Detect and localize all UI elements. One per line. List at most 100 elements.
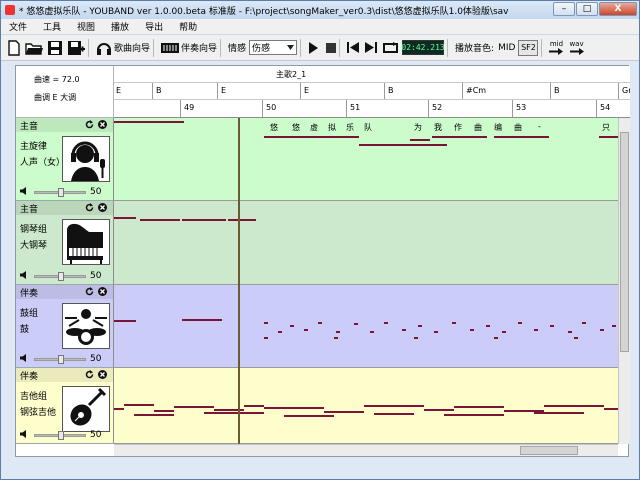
vertical-scrollbar[interactable] — [618, 118, 630, 444]
note-block[interactable] — [600, 329, 604, 331]
refresh-icon[interactable] — [85, 370, 94, 379]
note-block[interactable] — [454, 406, 504, 408]
note-block[interactable] — [228, 219, 256, 221]
timeline-ruler[interactable]: 主歌2_1 E B E E B #Cm B Gr 49 50 51 52 53 54 — [114, 66, 630, 118]
note-block[interactable] — [354, 323, 358, 325]
volume-slider[interactable] — [34, 187, 86, 197]
mid-option[interactable]: MID — [498, 38, 515, 58]
refresh-icon[interactable] — [85, 287, 94, 296]
volume-slider[interactable] — [34, 271, 86, 281]
note-block[interactable] — [290, 325, 294, 327]
lyric-syllable[interactable]: 虚 — [310, 122, 318, 133]
note-block[interactable] — [494, 136, 549, 138]
note-lane[interactable] — [114, 285, 618, 368]
remove-track-icon[interactable] — [98, 203, 107, 212]
loop-button[interactable] — [383, 38, 399, 58]
note-lane[interactable] — [114, 368, 618, 444]
note-block[interactable] — [114, 320, 136, 322]
menu-export[interactable]: 导出 — [145, 20, 163, 33]
note-block[interactable] — [114, 217, 136, 219]
note-block[interactable] — [264, 407, 324, 409]
volume-slider-knob[interactable] — [58, 430, 64, 440]
lyric-syllable[interactable]: 曲 — [514, 122, 522, 133]
skip-back-button[interactable] — [347, 38, 360, 58]
note-block[interactable] — [182, 219, 226, 221]
note-block[interactable] — [278, 331, 282, 333]
note-block[interactable] — [534, 329, 538, 331]
lyric-syllable[interactable]: 曲 — [474, 122, 482, 133]
note-block[interactable] — [534, 412, 584, 414]
note-block[interactable] — [284, 415, 334, 417]
lyric-syllable[interactable]: 作 — [454, 122, 462, 133]
note-block[interactable] — [114, 121, 184, 123]
lyric-syllable[interactable]: - — [538, 122, 541, 131]
horizontal-scroll-thumb[interactable] — [520, 446, 578, 455]
sf2-option[interactable]: SF2 — [518, 39, 539, 56]
volume-slider-knob[interactable] — [58, 354, 64, 364]
note-block[interactable] — [174, 406, 214, 408]
note-block[interactable] — [470, 329, 474, 331]
remove-track-icon[interactable] — [98, 370, 107, 379]
refresh-icon[interactable] — [85, 120, 94, 129]
playhead[interactable] — [238, 118, 240, 444]
remove-track-icon[interactable] — [98, 120, 107, 129]
note-block[interactable] — [182, 319, 222, 321]
menu-tools[interactable]: 工具 — [43, 20, 61, 33]
note-block[interactable] — [486, 325, 490, 327]
lyric-syllable[interactable]: 乐 — [346, 122, 354, 133]
title-bar[interactable]: * 悠悠虚拟乐队 - YOUBAND ver 1.0.00.beta 标准版 -… — [1, 1, 639, 19]
note-block[interactable] — [264, 337, 268, 339]
note-block[interactable] — [318, 322, 322, 324]
volume-slider-knob[interactable] — [58, 271, 64, 281]
lyric-syllable[interactable]: 悠 — [292, 122, 300, 133]
menu-view[interactable]: 视图 — [77, 20, 95, 33]
lyric-syllable[interactable]: 为 — [414, 122, 422, 133]
new-file-icon[interactable] — [7, 38, 21, 58]
refresh-icon[interactable] — [85, 203, 94, 212]
stop-button[interactable] — [326, 38, 337, 58]
track-header[interactable]: 主音 主旋律 人声（女） 50 — [16, 118, 114, 201]
menu-file[interactable]: 文件 — [9, 20, 27, 33]
note-block[interactable] — [364, 405, 424, 407]
note-block[interactable] — [264, 136, 359, 138]
track-header[interactable]: 主音 钢琴组 大钢琴 50 — [16, 201, 114, 285]
accomp-wizard-button[interactable]: 伴奏向导 — [161, 38, 217, 58]
lyric-syllable[interactable]: 队 — [364, 122, 372, 133]
note-block[interactable] — [494, 337, 498, 339]
note-lane[interactable] — [114, 201, 618, 285]
note-block[interactable] — [134, 414, 174, 416]
note-block[interactable] — [574, 337, 578, 339]
note-block[interactable] — [154, 410, 174, 412]
horizontal-scrollbar[interactable] — [114, 444, 618, 456]
note-block[interactable] — [402, 329, 406, 331]
remove-track-icon[interactable] — [98, 287, 107, 296]
note-block[interactable] — [550, 325, 554, 327]
note-block[interactable] — [244, 405, 264, 407]
note-block[interactable] — [568, 331, 572, 333]
singer-icon[interactable] — [62, 136, 110, 182]
note-block[interactable] — [452, 322, 456, 324]
track-header[interactable]: 伴奏 鼓组鼓 50 — [16, 285, 114, 368]
note-block[interactable] — [414, 337, 418, 339]
note-block[interactable] — [124, 404, 154, 406]
piano-icon[interactable] — [62, 219, 110, 265]
export-wav-button[interactable]: wav — [569, 38, 584, 58]
minimize-button[interactable]: – — [553, 2, 575, 16]
save-as-icon[interactable] — [67, 38, 85, 58]
close-button[interactable]: X — [599, 2, 637, 16]
note-lane[interactable]: 悠悠虚拟乐队为我作曲编曲-只 — [114, 118, 618, 201]
note-block[interactable] — [336, 331, 340, 333]
volume-slider[interactable] — [34, 430, 86, 440]
note-block[interactable] — [432, 136, 487, 138]
note-block[interactable] — [114, 408, 124, 410]
lyric-syllable[interactable]: 我 — [434, 122, 442, 133]
note-block[interactable] — [140, 219, 180, 221]
skip-forward-button[interactable] — [365, 38, 378, 58]
note-block[interactable] — [359, 144, 447, 146]
song-wizard-button[interactable]: 歌曲向导 — [96, 38, 150, 58]
note-block[interactable] — [544, 405, 604, 407]
note-block[interactable] — [264, 322, 268, 324]
note-block[interactable] — [599, 136, 618, 138]
lyric-syllable[interactable]: 拟 — [328, 122, 336, 133]
note-block[interactable] — [384, 322, 388, 324]
